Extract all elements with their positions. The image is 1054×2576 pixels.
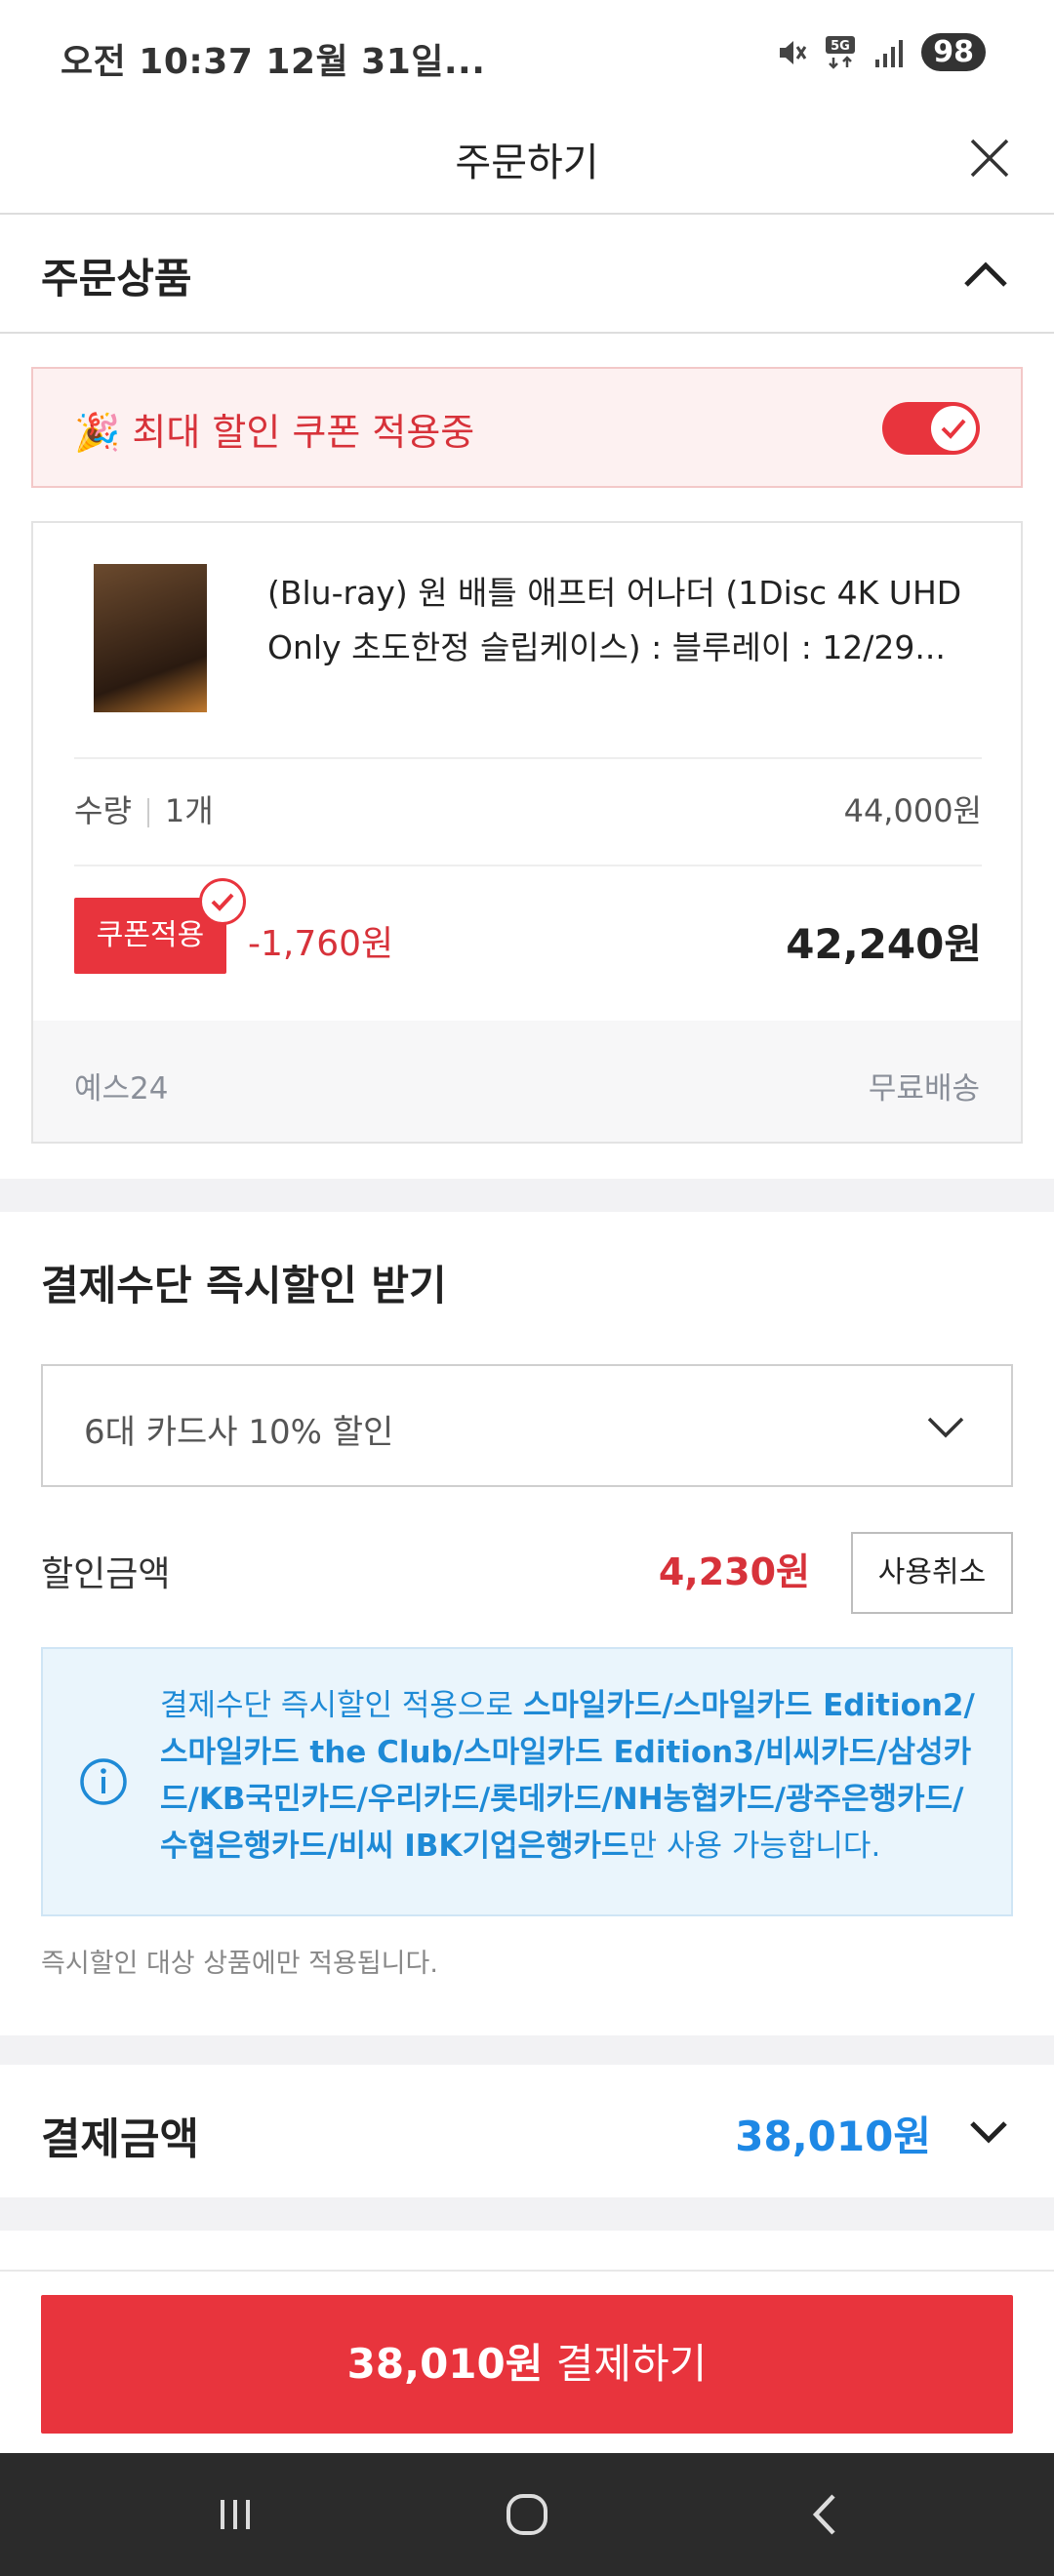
coupon-banner: 🎉 최대 할인 쿠폰 적용중 bbox=[31, 367, 1023, 488]
quantity-label: 수량 bbox=[74, 792, 132, 829]
product-name[interactable]: (Blu-ray) 원 배틀 애프터 어나더 (1Disc 4K UHD Onl… bbox=[267, 566, 990, 675]
mute-icon bbox=[780, 40, 807, 64]
pay-button-label: 결제하기 bbox=[543, 2340, 708, 2388]
recent-apps-icon[interactable] bbox=[203, 2482, 267, 2547]
divider bbox=[0, 2270, 1054, 2272]
divider bbox=[74, 865, 982, 866]
svg-text:5G: 5G bbox=[831, 39, 850, 54]
seller-row: 예스24 무료배송 bbox=[33, 1021, 1021, 1142]
product-price: 44,000원 bbox=[843, 792, 982, 829]
cancel-discount-button[interactable]: 사용취소 bbox=[851, 1532, 1013, 1614]
quantity-value: 1개 bbox=[164, 792, 214, 829]
total-amount: 38,010원 bbox=[735, 2113, 931, 2160]
section-gap bbox=[0, 1179, 1054, 1212]
close-icon[interactable] bbox=[962, 131, 1017, 185]
section-gap bbox=[0, 2035, 1054, 2065]
check-icon bbox=[211, 893, 234, 911]
chevron-up-icon[interactable] bbox=[956, 246, 1015, 304]
product-thumbnail[interactable] bbox=[94, 564, 207, 712]
discount-info-box: 결제수단 즉시할인 적용으로 스마일카드/스마일카드 Edition2/스마일카… bbox=[41, 1647, 1013, 1916]
status-icons: 5G 98 bbox=[775, 33, 986, 71]
info-prefix: 결제수단 즉시할인 적용으로 bbox=[160, 1688, 523, 1723]
discount-amount-label: 할인금액 bbox=[41, 1554, 171, 1594]
toggle-knob bbox=[931, 406, 976, 451]
info-suffix: 만 사용 가능합니다. bbox=[628, 1829, 881, 1864]
order-items-header[interactable]: 주문상품 bbox=[0, 217, 1054, 334]
back-icon[interactable] bbox=[792, 2482, 857, 2547]
battery-indicator: 98 bbox=[921, 33, 986, 71]
select-value: 6대 카드사 10% 할인 bbox=[84, 1413, 394, 1452]
card-discount-select[interactable]: 6대 카드사 10% 할인 bbox=[41, 1364, 1013, 1487]
final-price: 42,240원 bbox=[786, 920, 982, 968]
status-time: 오전 10:37 12월 31일... bbox=[61, 42, 486, 82]
discount-info-text: 결제수단 즉시할인 적용으로 스마일카드/스마일카드 Edition2/스마일카… bbox=[160, 1682, 986, 1870]
quantity-row: 수량 1개 44,000원 bbox=[74, 786, 982, 831]
system-nav-bar bbox=[0, 2453, 1054, 2576]
check-icon bbox=[941, 419, 966, 439]
divider bbox=[74, 757, 982, 759]
coupon-toggle[interactable] bbox=[882, 402, 980, 455]
home-icon[interactable] bbox=[495, 2482, 559, 2547]
signal-icon bbox=[875, 39, 904, 67]
discount-note: 즉시할인 대상 상품에만 적용됩니다. bbox=[41, 1949, 438, 1979]
coupon-check-badge bbox=[199, 878, 246, 925]
product-card: (Blu-ray) 원 배틀 애프터 어나더 (1Disc 4K UHD Onl… bbox=[31, 521, 1023, 1144]
seller-name: 예스24 bbox=[74, 1071, 169, 1107]
status-bar: 오전 10:37 12월 31일... 5G 98 bbox=[0, 0, 1054, 107]
network-5g-icon: 5G bbox=[826, 35, 856, 69]
info-icon bbox=[80, 1758, 127, 1805]
page-header: 주문하기 bbox=[0, 107, 1054, 215]
discount-amount: 4,230원 bbox=[658, 1550, 810, 1593]
shipping-info: 무료배송 bbox=[868, 1071, 980, 1107]
section-gap bbox=[0, 2197, 1054, 2231]
page-title: 주문하기 bbox=[455, 141, 599, 185]
total-amount-row[interactable]: 결제금액 38,010원 bbox=[0, 2065, 1054, 2197]
total-label: 결제금액 bbox=[41, 2114, 199, 2164]
coupon-row: 쿠폰적용 -1,760원 42,240원 bbox=[74, 878, 982, 974]
pay-button[interactable]: 38,010원 결제하기 bbox=[41, 2295, 1013, 2434]
coupon-discount: -1,760원 bbox=[248, 924, 394, 964]
payment-discount-title: 결제수단 즉시할인 받기 bbox=[41, 1262, 447, 1309]
order-items-title: 주문상품 bbox=[41, 255, 192, 302]
coupon-banner-text: 🎉 최대 할인 쿠폰 적용중 bbox=[74, 411, 475, 454]
separator bbox=[146, 798, 149, 827]
chevron-down-icon bbox=[927, 1417, 964, 1438]
chevron-down-icon[interactable] bbox=[962, 2106, 1015, 2158]
pay-button-amount: 38,010원 bbox=[346, 2340, 544, 2388]
